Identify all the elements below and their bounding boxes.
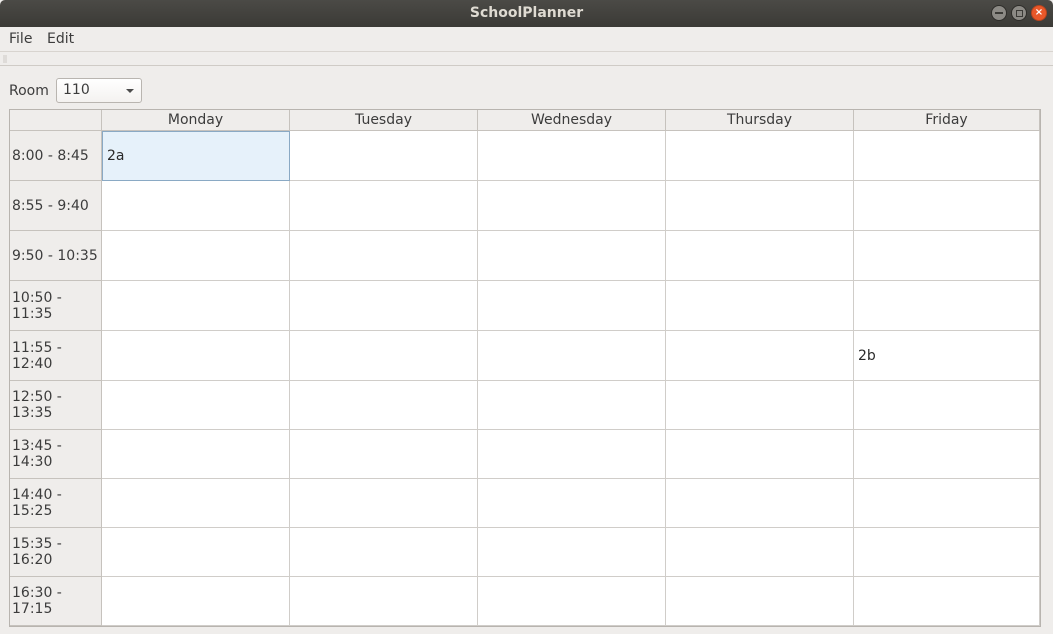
schedule-cell[interactable]: 2a: [102, 131, 290, 181]
room-select-value: 110: [63, 82, 90, 98]
schedule-cell[interactable]: [102, 331, 290, 381]
row-header[interactable]: 10:50 - 11:35: [10, 281, 102, 331]
row-header[interactable]: 14:40 - 15:25: [10, 479, 102, 528]
schedule-cell[interactable]: [854, 281, 1040, 331]
schedule-cell[interactable]: [478, 181, 666, 231]
schedule-cell[interactable]: [854, 479, 1040, 528]
schedule-cell[interactable]: [478, 281, 666, 331]
schedule-cell[interactable]: [102, 528, 290, 577]
schedule-cell[interactable]: [478, 528, 666, 577]
schedule-cell[interactable]: [666, 181, 854, 231]
schedule-cell[interactable]: [290, 381, 478, 430]
schedule-cell[interactable]: [854, 181, 1040, 231]
schedule-cell[interactable]: [666, 331, 854, 381]
window-title: SchoolPlanner: [469, 5, 584, 21]
schedule-cell[interactable]: [102, 430, 290, 479]
dropdown-arrow-icon: [126, 89, 134, 93]
schedule-cell[interactable]: [854, 131, 1040, 181]
schedule-cell[interactable]: [290, 231, 478, 281]
schedule-cell[interactable]: [478, 131, 666, 181]
close-icon: ×: [1034, 7, 1044, 18]
schedule-cell[interactable]: [290, 181, 478, 231]
app-window: SchoolPlanner × File Edit Room 110 Monda…: [0, 0, 1053, 634]
row-header[interactable]: 11:55 - 12:40: [10, 331, 102, 381]
schedule-cell[interactable]: [666, 381, 854, 430]
schedule-cell[interactable]: [666, 231, 854, 281]
schedule-cell[interactable]: [290, 528, 478, 577]
toolbar-grip-icon[interactable]: [3, 55, 7, 63]
schedule-cell[interactable]: [102, 577, 290, 626]
schedule-cell[interactable]: [102, 479, 290, 528]
schedule-cell[interactable]: [102, 381, 290, 430]
schedule-cell[interactable]: [102, 181, 290, 231]
maximize-button[interactable]: [1011, 5, 1027, 21]
schedule-cell[interactable]: [666, 577, 854, 626]
maximize-icon: [1012, 6, 1026, 20]
schedule-cell[interactable]: [854, 577, 1040, 626]
table-corner: [10, 110, 102, 131]
room-select[interactable]: 110: [56, 78, 142, 103]
schedule-cell[interactable]: [290, 430, 478, 479]
row-header[interactable]: 8:00 - 8:45: [10, 131, 102, 181]
column-header-thursday[interactable]: Thursday: [666, 110, 854, 131]
row-header[interactable]: 15:35 - 16:20: [10, 528, 102, 577]
column-header-tuesday[interactable]: Tuesday: [290, 110, 478, 131]
schedule-table: Monday Tuesday Wednesday Thursday Friday 8:00…: [9, 109, 1041, 627]
column-header-wednesday[interactable]: Wednesday: [478, 110, 666, 131]
menu-file[interactable]: File: [9, 27, 32, 51]
schedule-cell[interactable]: [102, 281, 290, 331]
row-header[interactable]: 8:55 - 9:40: [10, 181, 102, 231]
schedule-cell[interactable]: [666, 281, 854, 331]
schedule-cell[interactable]: [666, 131, 854, 181]
menu-bar: File Edit: [0, 27, 1053, 51]
minimize-icon: [992, 6, 1006, 20]
row-header[interactable]: 12:50 - 13:35: [10, 381, 102, 430]
schedule-cell[interactable]: [102, 231, 290, 281]
row-header[interactable]: 9:50 - 10:35: [10, 231, 102, 281]
schedule-cell[interactable]: [290, 577, 478, 626]
schedule-cell[interactable]: [478, 331, 666, 381]
menu-edit[interactable]: Edit: [47, 27, 74, 51]
schedule-cell[interactable]: [290, 331, 478, 381]
toolbar: [0, 51, 1053, 66]
schedule-cell[interactable]: [290, 131, 478, 181]
room-label: Room: [9, 83, 49, 99]
schedule-cell[interactable]: [666, 528, 854, 577]
minimize-button[interactable]: [991, 5, 1007, 21]
schedule-cell[interactable]: [478, 479, 666, 528]
schedule-cell[interactable]: [854, 528, 1040, 577]
row-header[interactable]: 13:45 - 14:30: [10, 430, 102, 479]
schedule-cell[interactable]: 2b: [854, 331, 1040, 381]
schedule-cell[interactable]: [290, 479, 478, 528]
schedule-cell[interactable]: [478, 430, 666, 479]
schedule-cell[interactable]: [478, 381, 666, 430]
schedule-cell[interactable]: [854, 381, 1040, 430]
close-button[interactable]: ×: [1031, 5, 1047, 21]
column-header-friday[interactable]: Friday: [854, 110, 1040, 131]
schedule-cell[interactable]: [290, 281, 478, 331]
schedule-cell[interactable]: [854, 231, 1040, 281]
schedule-cell[interactable]: [666, 430, 854, 479]
column-header-monday[interactable]: Monday: [102, 110, 290, 131]
schedule-cell[interactable]: [666, 479, 854, 528]
schedule-cell[interactable]: [854, 430, 1040, 479]
row-header[interactable]: 16:30 - 17:15: [10, 577, 102, 626]
schedule-cell[interactable]: [478, 231, 666, 281]
schedule-cell[interactable]: [478, 577, 666, 626]
title-bar[interactable]: SchoolPlanner ×: [0, 0, 1053, 27]
